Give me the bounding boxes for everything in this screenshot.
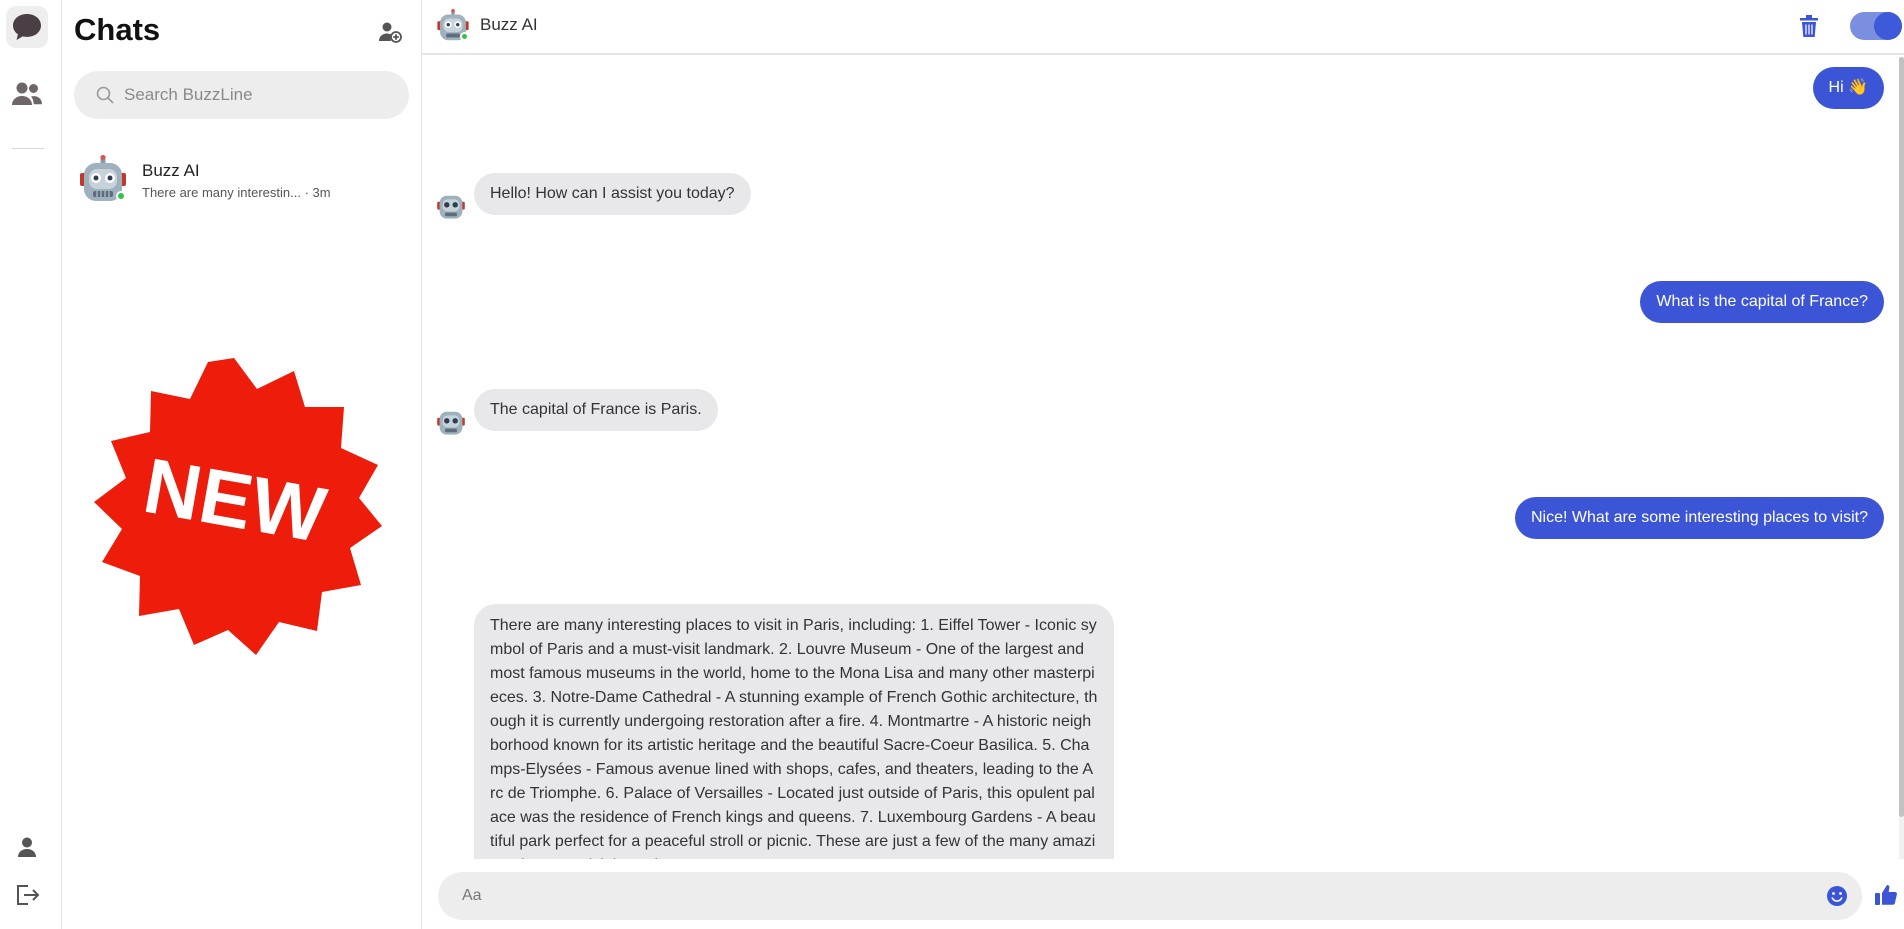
header-avatar[interactable] xyxy=(436,9,470,43)
conversation-panel: Buzz AI Hi 👋 Hello! How can I assist you… xyxy=(422,0,1904,929)
scrollbar-thumb[interactable] xyxy=(1899,57,1904,817)
message-input[interactable] xyxy=(462,887,1792,905)
toggle-knob xyxy=(1874,12,1902,40)
icon-rail xyxy=(0,0,62,929)
chat-name: Buzz AI xyxy=(142,160,200,180)
delete-chat-button[interactable] xyxy=(1798,14,1820,38)
search-bar xyxy=(74,71,409,119)
message-composer xyxy=(438,872,1862,920)
new-badge-sticker: NEW xyxy=(94,358,382,655)
conversation-header: Buzz AI xyxy=(422,0,1904,55)
message-incoming: Hello! How can I assist you today? xyxy=(474,173,751,215)
chat-list-item[interactable]: Buzz AI There are many interestin... · 3… xyxy=(74,148,414,212)
add-contact-button[interactable] xyxy=(376,18,404,46)
chat-bubble-icon xyxy=(13,14,41,40)
message-list: Hi 👋 Hello! How can I assist you today? … xyxy=(422,57,1904,859)
robot-avatar-icon xyxy=(437,195,465,219)
message-outgoing: Hi 👋 xyxy=(1812,67,1884,109)
trash-icon xyxy=(1800,15,1818,37)
add-contact-icon xyxy=(379,22,402,43)
online-status-dot xyxy=(460,32,469,41)
rail-people-button[interactable] xyxy=(6,73,48,115)
conversation-title: Buzz AI xyxy=(480,15,538,34)
smiley-icon[interactable] xyxy=(1826,885,1848,907)
online-status-dot xyxy=(116,191,126,201)
message-incoming-long: There are many interesting places to vis… xyxy=(474,604,1114,859)
rail-divider xyxy=(12,148,44,149)
people-icon xyxy=(12,82,42,105)
rail-chats-button[interactable] xyxy=(6,6,48,48)
thumbs-up-icon[interactable] xyxy=(1874,883,1898,907)
chat-avatar xyxy=(78,155,128,205)
rail-logout-button[interactable] xyxy=(6,874,48,916)
search-input[interactable] xyxy=(124,85,384,105)
message-outgoing: Nice! What are some interesting places t… xyxy=(1514,497,1884,539)
chat-preview: There are many interestin... · 3m xyxy=(142,184,331,200)
chats-sidebar: Chats Search BuzzLine Buzz AI There are … xyxy=(62,0,422,929)
rail-profile-button[interactable] xyxy=(6,826,48,868)
logout-icon xyxy=(17,885,40,905)
sidebar-title: Chats xyxy=(74,12,161,47)
message-scrollbar[interactable] xyxy=(1899,57,1904,859)
message-outgoing: What is the capital of France? xyxy=(1640,281,1884,323)
person-icon xyxy=(18,837,36,857)
robot-avatar-icon xyxy=(437,411,465,435)
search-icon xyxy=(96,86,114,104)
theme-toggle[interactable] xyxy=(1850,12,1902,40)
message-incoming: The capital of France is Paris. xyxy=(474,389,718,431)
